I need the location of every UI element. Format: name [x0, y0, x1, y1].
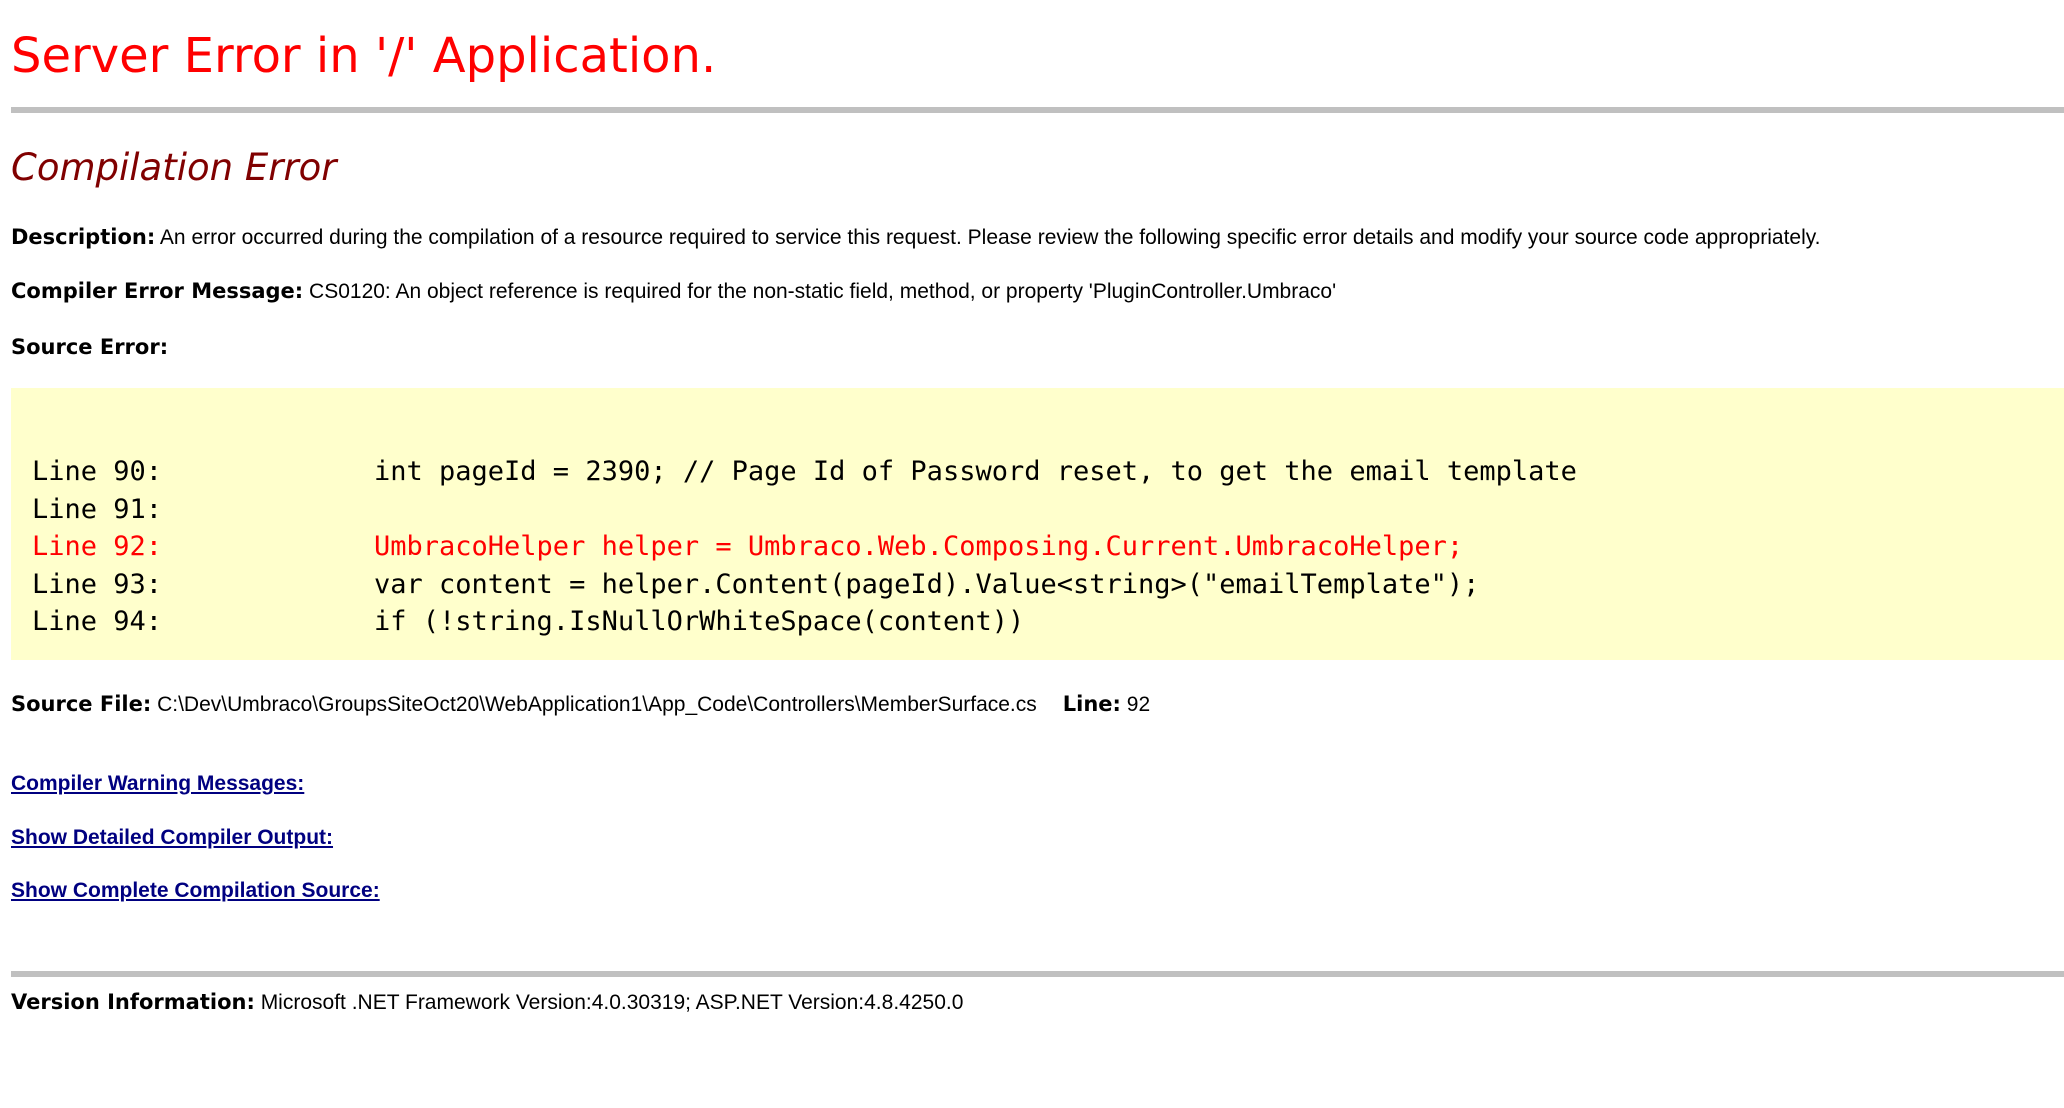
version-info-row: Version Information: Microsoft .NET Fram… — [11, 988, 963, 1017]
source-file-row: Source File: C:\Dev\Umbraco\GroupsSiteOc… — [11, 690, 1150, 719]
line-code: UmbracoHelper helper = Umbraco.Web.Compo… — [374, 531, 1464, 562]
source-line-number: 92 — [1126, 693, 1151, 716]
source-code: Line 90: int pageId = 2390; // Page Id of… — [32, 453, 1577, 641]
line-number: Line 90: — [32, 456, 163, 487]
code-line: Line 93: var content = helper.Content(pag… — [32, 566, 1577, 604]
source-file-path: C:\Dev\Umbraco\GroupsSiteOct20\WebApplic… — [157, 693, 1037, 716]
compiler-error-text: CS0120: An object reference is required … — [309, 280, 1337, 303]
compiler-warning-messages-link[interactable]: Compiler Warning Messages: — [11, 770, 304, 798]
source-error-row: Source Error: — [11, 333, 168, 362]
source-file-label: Source File: — [11, 692, 152, 716]
footer-divider — [11, 971, 2064, 977]
source-line-label: Line: — [1062, 692, 1121, 716]
error-page: { "page": { "title": "Server Error in '/… — [0, 0, 2064, 1108]
page-title: Server Error in '/' Application. — [11, 28, 717, 84]
line-number: Line 93: — [32, 568, 163, 600]
version-info-text: Microsoft .NET Framework Version:4.0.303… — [260, 991, 964, 1014]
line-code: int pageId = 2390; // Page Id of Passwor… — [374, 456, 1577, 487]
code-line: Line 90: int pageId = 2390; // Page Id of… — [32, 453, 1577, 491]
description-label: Description: — [11, 225, 156, 249]
code-line-error: Line 92: UmbracoHelper helper = Umbraco.W… — [32, 528, 1577, 566]
code-line: Line 91: — [32, 491, 1577, 529]
line-number: Line 91: — [32, 493, 163, 525]
version-info-label: Version Information: — [11, 990, 255, 1014]
line-number: Line 92: — [32, 531, 163, 562]
line-number: Line 94: — [32, 606, 163, 637]
compiler-error-label: Compiler Error Message: — [11, 279, 304, 303]
line-code: if (!string.IsNullOrWhiteSpace(content)) — [374, 606, 1025, 637]
error-type-heading: Compilation Error — [11, 146, 337, 189]
code-line: Line 94: if (!string.IsNullOrWhiteSpace(c… — [32, 603, 1577, 641]
compiler-error-row: Compiler Error Message: CS0120: An objec… — [11, 277, 1336, 306]
header-divider — [11, 107, 2064, 113]
line-code: var content = helper.Content(pageId).Val… — [374, 568, 1480, 600]
show-complete-compilation-source-link[interactable]: Show Complete Compilation Source: — [11, 877, 380, 905]
show-detailed-compiler-output-link[interactable]: Show Detailed Compiler Output: — [11, 824, 333, 852]
description-row: Description: An error occurred during th… — [11, 223, 1821, 252]
source-code-box: Line 90: int pageId = 2390; // Page Id of… — [11, 388, 2064, 660]
source-error-label: Source Error: — [11, 335, 169, 359]
description-text: An error occurred during the compilation… — [159, 226, 1821, 249]
